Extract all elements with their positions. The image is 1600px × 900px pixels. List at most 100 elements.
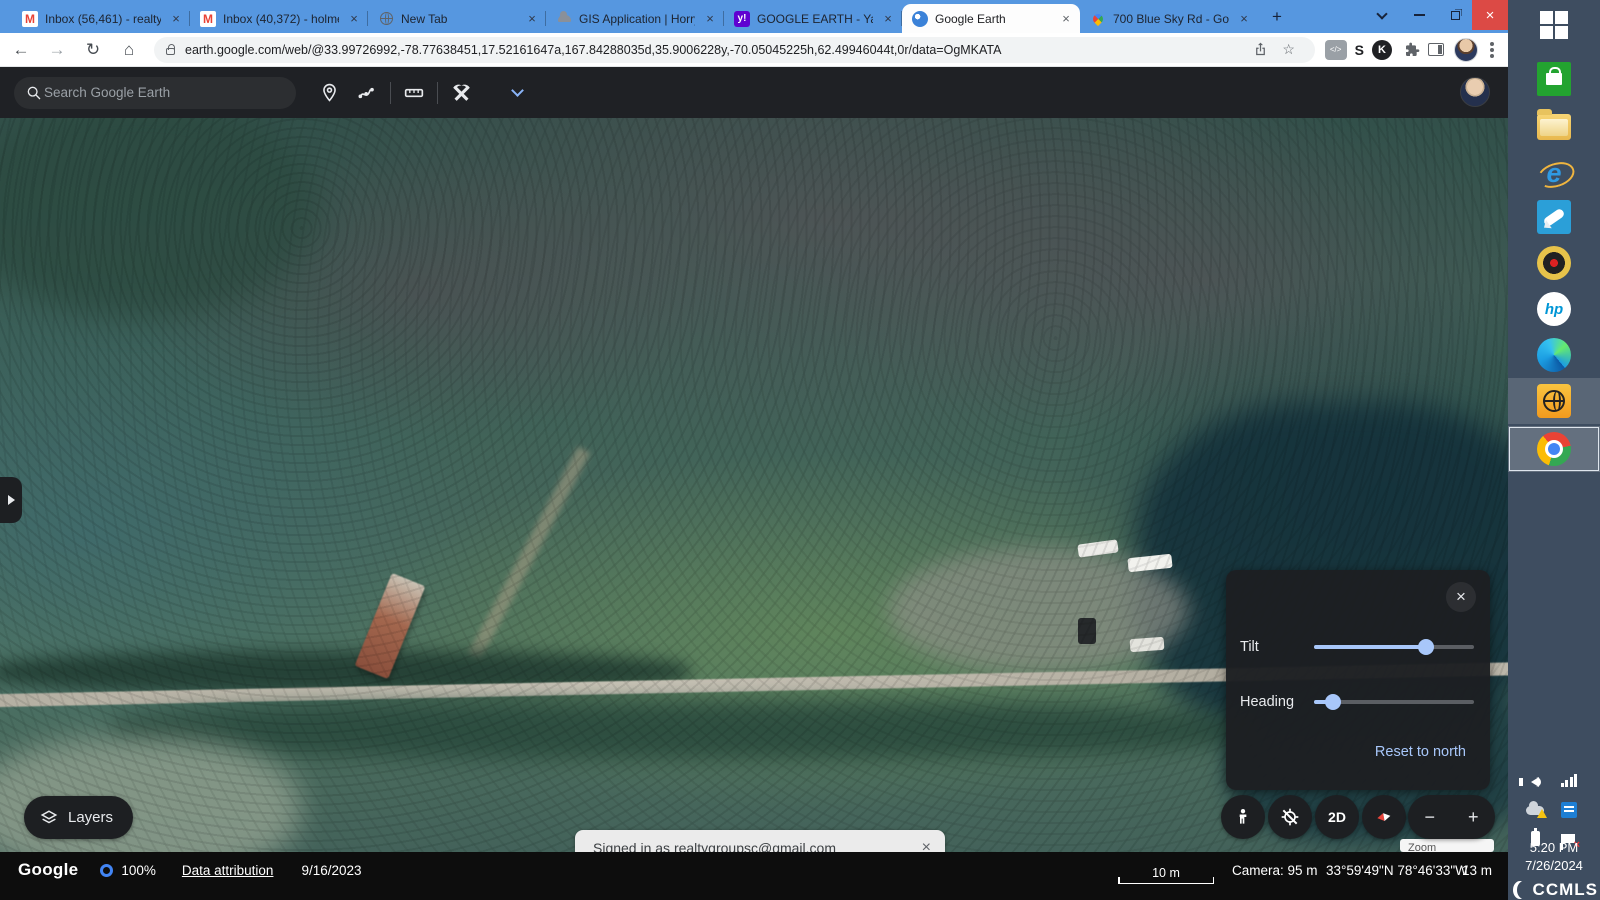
toolbar-divider — [437, 82, 438, 104]
tab-close-icon[interactable]: × — [524, 11, 540, 27]
tab-label: 700 Blue Sky Rd - Goo — [1113, 12, 1229, 26]
tab-google-earth-active[interactable]: Google Earth × — [902, 4, 1080, 33]
reload-button[interactable]: ↻ — [78, 35, 108, 65]
tab-close-icon[interactable]: × — [1236, 11, 1252, 27]
search-icon — [26, 85, 42, 101]
taskbar-item-internet-explorer[interactable]: e — [1508, 150, 1600, 196]
sidebar-expand-toggle[interactable] — [0, 477, 22, 523]
share-icon[interactable] — [1249, 38, 1273, 62]
tab-yahoo-search[interactable]: y! GOOGLE EARTH - Yaho × — [724, 4, 902, 33]
projects-tools-icon[interactable] — [442, 74, 480, 112]
data-attribution-link[interactable]: Data attribution — [182, 863, 274, 878]
address-bar[interactable]: ☆ — [154, 37, 1315, 63]
volume-tray-icon[interactable] — [1522, 772, 1548, 792]
imagery-date: 9/16/2023 — [301, 863, 361, 878]
windows-taskbar: e hp 5:20 PM 7/26/2024 — [1508, 0, 1600, 900]
tilt-slider-thumb[interactable] — [1418, 639, 1434, 655]
taskbar-item-file-explorer[interactable] — [1508, 104, 1600, 150]
taskbar-item-rocket-app[interactable] — [1508, 194, 1600, 240]
window-close-button[interactable]: × — [1472, 0, 1508, 30]
heading-slider-thumb[interactable] — [1325, 694, 1341, 710]
tab-close-icon[interactable]: × — [346, 11, 362, 27]
toolbar-expand-chevron-icon[interactable] — [498, 74, 536, 112]
profile-avatar[interactable] — [1454, 38, 1478, 62]
pegman-street-view-button[interactable] — [1221, 795, 1265, 839]
side-panel-icon[interactable] — [1428, 43, 1444, 56]
start-button[interactable] — [1508, 2, 1600, 48]
edge-icon — [1537, 338, 1571, 372]
tab-close-icon[interactable]: × — [168, 11, 184, 27]
draw-path-icon[interactable] — [348, 74, 386, 112]
zoom-out-button[interactable]: − — [1408, 795, 1452, 839]
camera-altitude: Camera: 95 m — [1232, 863, 1318, 878]
zoom-tooltip: Zoom — [1400, 839, 1494, 852]
window-restore-button[interactable] — [1438, 0, 1472, 30]
taskbar-item-webcam-app[interactable] — [1508, 240, 1600, 286]
new-tab-button[interactable]: + — [1264, 4, 1290, 30]
tab-inbox-2[interactable]: M Inbox (40,372) - holme × — [190, 4, 368, 33]
window-minimize-button[interactable] — [1402, 0, 1436, 30]
app-tray-icon[interactable] — [1556, 800, 1582, 820]
back-button[interactable]: ← — [6, 35, 36, 65]
extension-code-icon[interactable]: </> — [1325, 40, 1347, 60]
taskbar-item-edge[interactable] — [1508, 332, 1600, 378]
chrome-window: M Inbox (56,461) - realtyg × M Inbox (40… — [0, 0, 1508, 900]
earth-profile-avatar[interactable] — [1460, 77, 1490, 107]
taskbar-item-store[interactable] — [1508, 56, 1600, 102]
taskbar-item-chrome[interactable] — [1508, 426, 1600, 472]
map-scale-bar: 10 m — [1118, 866, 1214, 884]
placemark-pin-icon[interactable] — [310, 74, 348, 112]
home-button[interactable]: ⌂ — [114, 35, 144, 65]
toggle-2d-button[interactable]: 2D — [1315, 795, 1359, 839]
network-signal-tray-icon[interactable] — [1556, 770, 1582, 790]
cursor-elevation: 13 m — [1462, 863, 1492, 878]
extensions-puzzle-icon[interactable] — [1400, 38, 1424, 62]
cloud-sync-warning-tray-icon[interactable] — [1522, 800, 1548, 820]
tab-new-tab[interactable]: New Tab × — [368, 4, 546, 33]
earth-search-box[interactable] — [14, 77, 296, 109]
chrome-icon — [1537, 432, 1571, 466]
rocket-app-icon — [1537, 200, 1571, 234]
layers-button[interactable]: Layers — [24, 796, 133, 839]
tab-close-icon[interactable]: × — [702, 11, 718, 27]
taskbar-clock-date[interactable]: 7/26/2024 — [1508, 858, 1600, 873]
tab-close-icon[interactable]: × — [880, 11, 896, 27]
loading-ring-icon — [100, 864, 113, 877]
desktop-screen: M Inbox (56,461) - realtyg × M Inbox (40… — [0, 0, 1600, 900]
earth-search-input[interactable] — [42, 84, 284, 101]
windows-logo-icon — [1540, 11, 1569, 40]
compass-button[interactable] — [1362, 795, 1406, 839]
globe-app-icon — [1537, 384, 1571, 418]
tab-label: Inbox (40,372) - holme — [223, 12, 339, 26]
layers-icon — [40, 809, 58, 827]
tab-label: New Tab — [401, 12, 517, 26]
extension-k-icon[interactable]: K — [1372, 40, 1392, 60]
measure-ruler-icon[interactable] — [395, 74, 433, 112]
gmail-icon: M — [22, 11, 38, 27]
bookmark-star-icon[interactable]: ☆ — [1277, 38, 1301, 62]
zoom-in-button[interactable]: + — [1452, 795, 1496, 839]
url-input[interactable] — [183, 42, 1249, 58]
browser-menu-icon[interactable] — [1490, 48, 1494, 52]
extension-s-icon[interactable]: S — [1355, 42, 1364, 58]
taskbar-item-hp[interactable]: hp — [1508, 286, 1600, 332]
layers-label: Layers — [68, 809, 113, 826]
tab-close-icon[interactable]: × — [1058, 11, 1074, 27]
tab-search-chevron-icon[interactable] — [1378, 10, 1386, 18]
lock-icon — [166, 48, 175, 55]
panel-close-icon[interactable]: × — [1446, 582, 1476, 612]
tab-blue-sky-rd[interactable]: 700 Blue Sky Rd - Goo × — [1080, 4, 1258, 33]
tab-gis-application[interactable]: GIS Application | Horry × — [546, 4, 724, 33]
my-location-off-button[interactable] — [1268, 795, 1312, 839]
taskbar-clock-time[interactable]: 5:20 PM — [1508, 840, 1600, 855]
taskbar-item-globe-app[interactable] — [1508, 378, 1600, 424]
heading-slider[interactable] — [1314, 692, 1474, 712]
tilt-slider[interactable] — [1314, 637, 1474, 657]
tab-strip: M Inbox (56,461) - realtyg × M Inbox (40… — [0, 0, 1508, 33]
forward-button[interactable]: → — [42, 35, 72, 65]
cursor-coordinates: 33°59'49"N 78°46'33"W — [1326, 863, 1468, 878]
tab-inbox-1[interactable]: M Inbox (56,461) - realtyg × — [12, 4, 190, 33]
reset-to-north-link[interactable]: Reset to north — [1375, 744, 1466, 760]
cloud-icon — [556, 11, 572, 27]
google-earth-icon — [912, 11, 928, 27]
